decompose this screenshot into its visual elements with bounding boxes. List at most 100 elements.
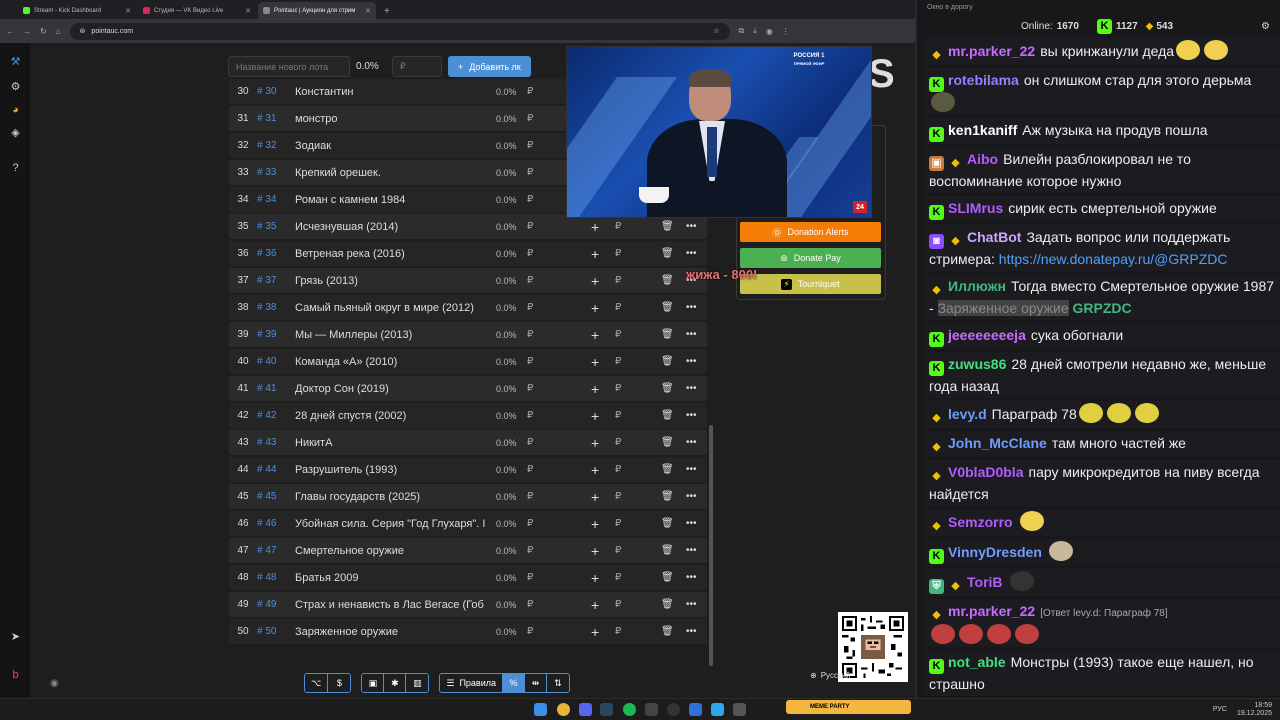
add-amount-icon[interactable]: + (591, 354, 599, 370)
add-amount-icon[interactable]: + (591, 327, 599, 343)
chat-username[interactable]: ToriB (967, 574, 1003, 590)
site-info-icon[interactable]: ⊜ (80, 27, 86, 35)
lot-name[interactable]: Ветреная река (2016) (295, 248, 490, 260)
lot-name[interactable]: монстро (295, 113, 490, 125)
trash-icon[interactable]: 🗑 (661, 302, 674, 313)
wheel-icon[interactable]: ◕ (9, 103, 22, 116)
trash-icon[interactable]: 🗑 (661, 626, 674, 637)
amount-currency[interactable]: ₽ (615, 518, 621, 529)
add-amount-icon[interactable]: + (591, 219, 599, 235)
player-icon[interactable] (689, 703, 702, 716)
layers-icon[interactable]: ◈ (9, 126, 22, 139)
github-icon[interactable]: ⌥ (305, 674, 329, 692)
lot-name[interactable]: 28 дней спустя (2002) (295, 410, 490, 422)
lot-name[interactable]: Мы — Миллеры (2013) (295, 329, 490, 341)
chat-username[interactable]: Иллюжн (948, 278, 1006, 294)
more-icon[interactable]: ••• (686, 518, 697, 529)
amount-input[interactable]: ₽ (392, 56, 442, 77)
lot-list-scrollbar[interactable] (709, 425, 713, 666)
amount-currency[interactable]: ₽ (615, 329, 621, 340)
lot-name[interactable]: Самый пьяный округ в мире (2012) (295, 302, 490, 314)
lot-name[interactable]: Братья 2009 (295, 572, 490, 584)
trash-icon[interactable]: 🗑 (661, 599, 674, 610)
amount-currency[interactable]: ₽ (615, 302, 621, 313)
trash-icon[interactable]: 🗑 (661, 329, 674, 340)
add-amount-icon[interactable]: + (591, 489, 599, 505)
browser-tab[interactable]: Pointauc | Аукцион для стрим ✕ (258, 2, 376, 19)
tray-lang[interactable]: РУС (1213, 706, 1227, 714)
lot-name[interactable]: Константин (295, 86, 490, 98)
add-amount-icon[interactable]: + (591, 516, 599, 532)
lot-name[interactable]: Главы государств (2025) (295, 491, 490, 503)
lot-name[interactable]: Убойная сила. Серия "Год Глухаря". I (295, 518, 490, 530)
lot-name[interactable]: Заряженное оружие (295, 626, 490, 638)
lot-name[interactable]: НикитА (295, 437, 490, 449)
add-amount-icon[interactable]: + (591, 273, 599, 289)
save-icon[interactable]: ▣ (362, 674, 385, 692)
add-amount-icon[interactable]: + (591, 435, 599, 451)
trash-icon[interactable]: 🗑 (661, 572, 674, 583)
chat-username[interactable]: zuwus86 (948, 356, 1006, 372)
chat-link[interactable]: https://new.donatepay.ru/@GRPZDC (999, 251, 1228, 267)
address-bar[interactable]: ⊜ pointauc.com ☆ (69, 22, 730, 40)
add-amount-icon[interactable]: + (591, 597, 599, 613)
trash-icon[interactable]: 🗑 (661, 437, 674, 448)
chat-username[interactable]: jeeeeeeeeja (948, 327, 1026, 343)
add-amount-icon[interactable]: + (591, 381, 599, 397)
auction-icon[interactable]: ⚒ (9, 55, 22, 68)
percent-toggle[interactable]: % (503, 674, 525, 692)
reload-icon[interactable]: ↻ (40, 27, 47, 36)
more-icon[interactable]: ••• (686, 491, 697, 502)
start-icon[interactable] (534, 703, 547, 716)
spotify-icon[interactable] (623, 703, 636, 716)
trash-icon[interactable]: 🗑 (661, 491, 674, 502)
reply-context[interactable]: [Ответ levy.d: Параграф 78] (1040, 608, 1167, 619)
amount-currency[interactable]: ₽ (615, 275, 621, 286)
tab-close-icon[interactable]: ✕ (365, 7, 371, 15)
browser-tab[interactable]: Stream - Kick Dashboard ✕ (18, 2, 136, 19)
help-icon[interactable]: ? (9, 161, 22, 174)
more-icon[interactable]: ••• (686, 626, 697, 637)
add-amount-icon[interactable]: + (591, 570, 599, 586)
amount-currency[interactable]: ₽ (615, 626, 621, 637)
more-icon[interactable]: ••• (686, 464, 697, 475)
trash-icon[interactable]: 🗑 (661, 518, 674, 529)
extensions-icon[interactable]: ⧉ (739, 26, 745, 36)
trash-icon[interactable]: 🗑 (661, 545, 674, 556)
more-icon[interactable]: ••• (686, 545, 697, 556)
add-amount-icon[interactable]: + (591, 408, 599, 424)
add-amount-icon[interactable]: + (591, 462, 599, 478)
trash-icon[interactable]: 🗑 (661, 410, 674, 421)
telegram-task-icon[interactable] (711, 703, 724, 716)
chat-username[interactable]: ken1kaniff (948, 122, 1017, 138)
sort-icon[interactable]: ⇅ (547, 674, 569, 692)
app2-icon[interactable] (733, 703, 746, 716)
amount-currency[interactable]: ₽ (615, 410, 621, 421)
amount-currency[interactable]: ₽ (615, 545, 621, 556)
amount-currency[interactable]: ₽ (615, 572, 621, 583)
profile-icon[interactable]: ◉ (766, 27, 773, 36)
lot-name-input[interactable]: Название нового лота (228, 56, 350, 77)
app-icon[interactable] (645, 703, 658, 716)
discord-icon[interactable] (579, 703, 592, 716)
new-tab-button[interactable]: + (378, 6, 396, 19)
trash-icon[interactable]: 🗑 (661, 356, 674, 367)
add-amount-icon[interactable]: + (591, 246, 599, 262)
more-icon[interactable]: ••• (686, 572, 697, 583)
lot-name[interactable]: Доктор Сон (2019) (295, 383, 490, 395)
back-icon[interactable]: ← (6, 27, 14, 36)
add-amount-icon[interactable]: + (591, 624, 599, 640)
settings-icon[interactable]: ⚙ (9, 80, 22, 93)
brand-icon[interactable]: b (9, 668, 22, 681)
tourniquet-button[interactable]: ⚡ Tourniquet (740, 274, 881, 294)
amount-currency[interactable]: ₽ (615, 437, 621, 448)
rules-button[interactable]: ☰ Правила (440, 674, 503, 692)
amount-currency[interactable]: ₽ (615, 383, 621, 394)
trash-icon[interactable]: 🗑 (661, 221, 674, 232)
more-icon[interactable]: ••• (686, 437, 697, 448)
more-icon[interactable]: ••• (686, 248, 697, 259)
chat-username[interactable]: rotebilama (948, 72, 1019, 88)
chat-username[interactable]: VinnyDresden (948, 544, 1042, 560)
amount-currency[interactable]: ₽ (615, 599, 621, 610)
trash-icon[interactable]: 🗑 (661, 383, 674, 394)
